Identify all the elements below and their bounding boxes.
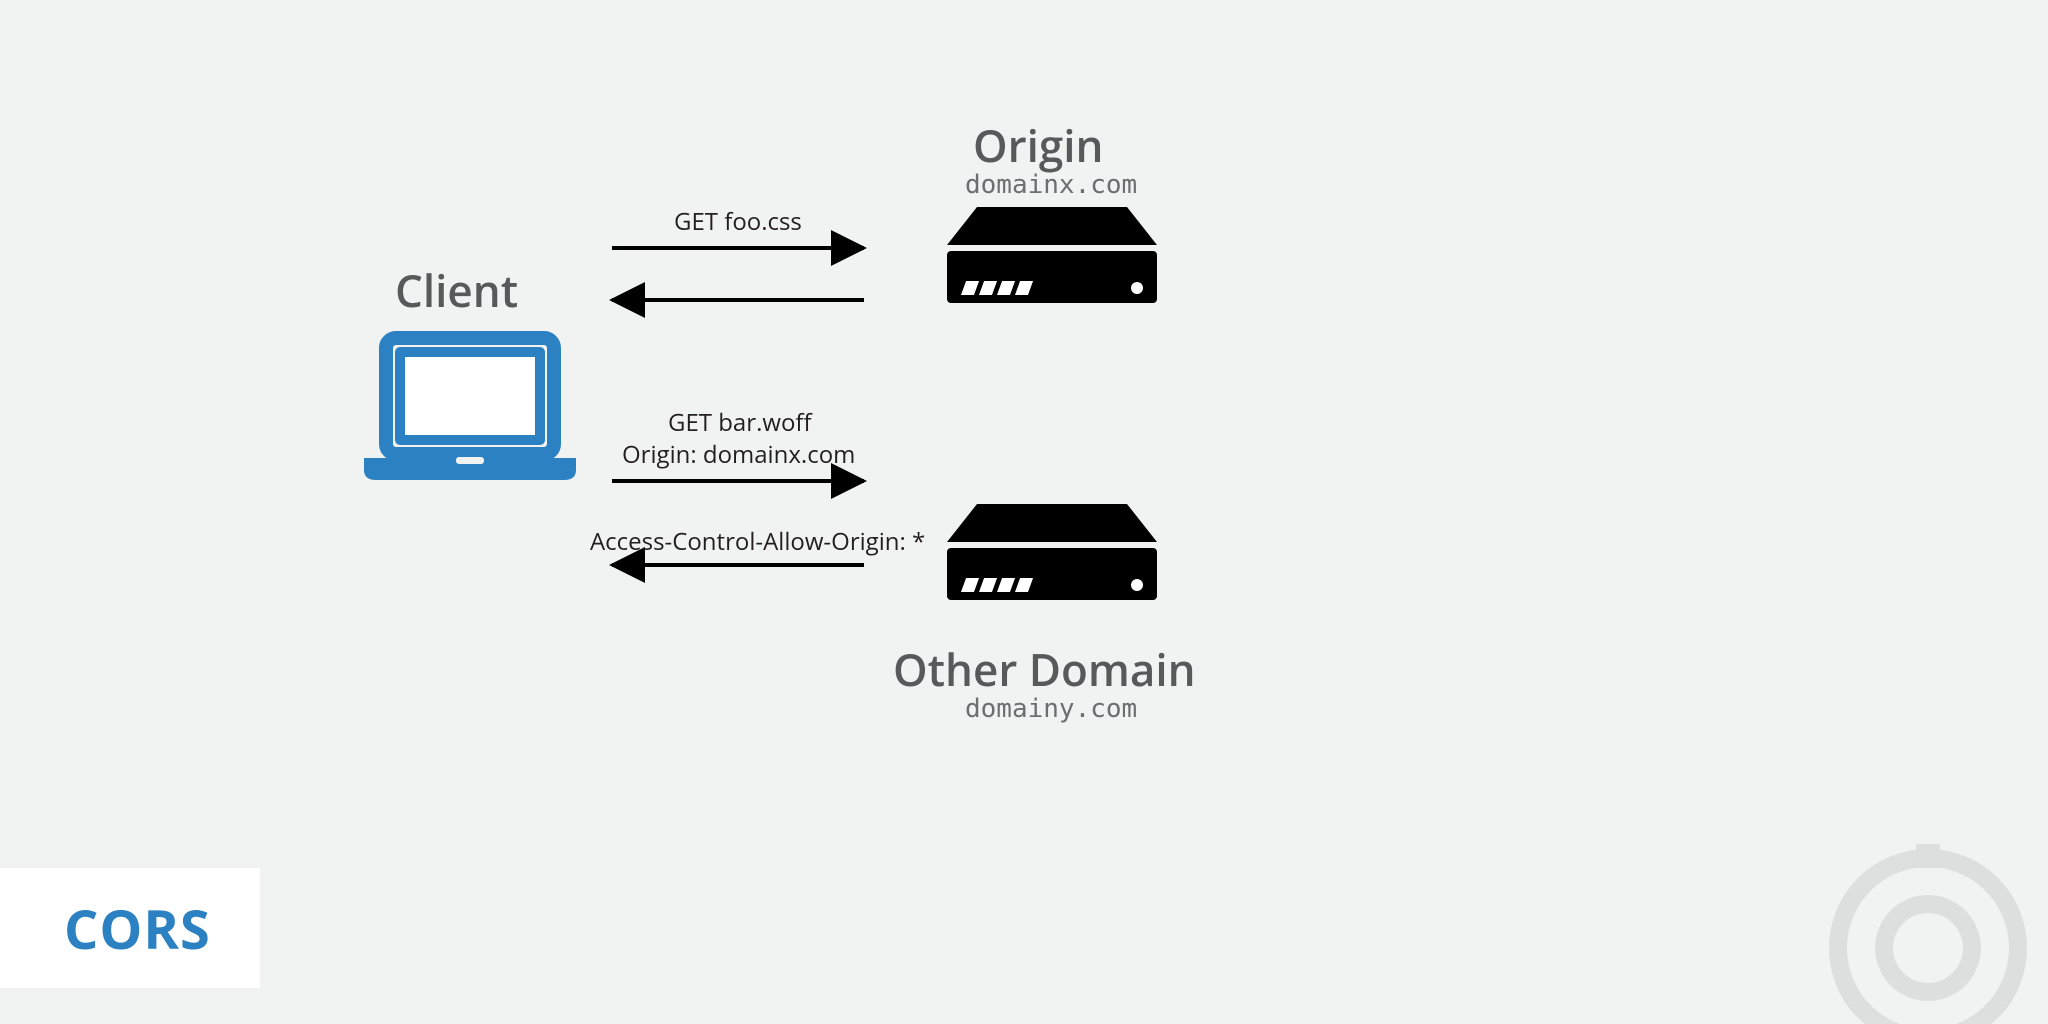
flow2-response-text: Access-Control-Allow-Origin: * [590, 525, 925, 558]
other-domain-label: Other Domain [893, 639, 1196, 699]
flow2-request-line2: Origin: domainx.com [622, 438, 855, 471]
origin-label: Origin [973, 115, 1104, 175]
diagram-stage: Client Origin domainx.com Other Domain d… [0, 0, 2048, 1024]
flow1-request-text: GET foo.css [674, 205, 802, 238]
other-domain-value: domainy.com [965, 694, 1137, 724]
flow2-request-line1: GET bar.woff [668, 406, 812, 439]
title-card-text: CORS [64, 891, 211, 965]
origin-domain: domainx.com [965, 170, 1137, 200]
client-label: Client [395, 260, 518, 320]
title-card: CORS [0, 868, 260, 988]
